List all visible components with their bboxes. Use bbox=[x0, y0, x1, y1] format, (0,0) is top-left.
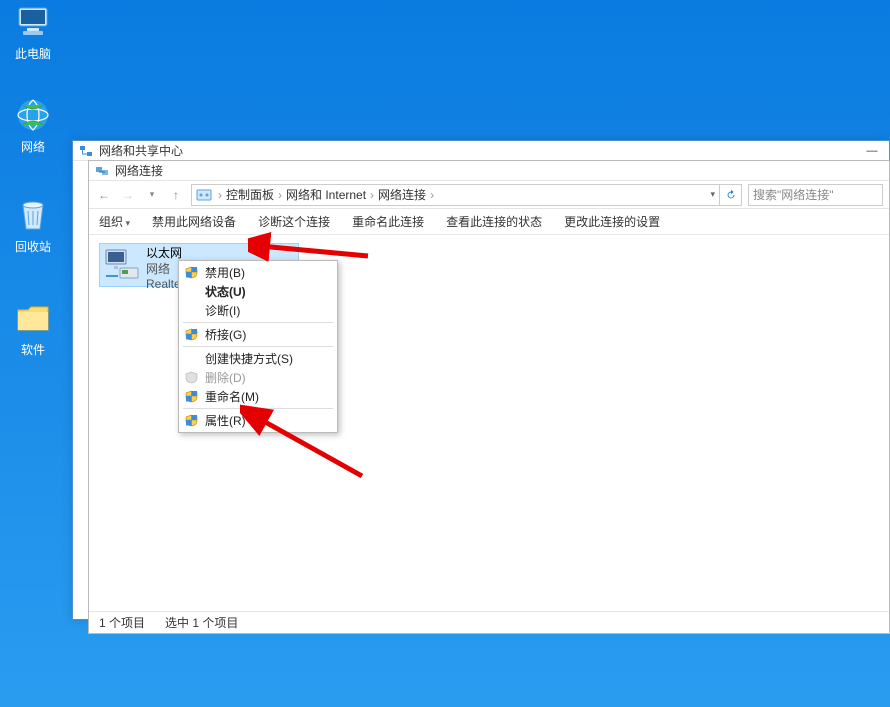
breadcrumb-item[interactable]: 网络和 Internet bbox=[284, 186, 368, 203]
up-button[interactable]: ↑ bbox=[167, 186, 185, 204]
window-title: 网络连接 bbox=[115, 162, 163, 179]
desktop-icon-label: 回收站 bbox=[15, 240, 51, 254]
titlebar[interactable]: 网络和共享中心 — bbox=[73, 141, 889, 161]
toolbar-organize[interactable]: 组织 bbox=[99, 213, 130, 230]
globe-icon bbox=[13, 95, 53, 135]
context-menu: 禁用(B) 状态(U) 诊断(I) 桥接(G) 创建快捷方式(S) 删除(D) … bbox=[178, 260, 338, 433]
network-center-icon bbox=[79, 144, 93, 158]
menu-properties[interactable]: 属性(R) bbox=[179, 411, 337, 430]
menu-diagnose[interactable]: 诊断(I) bbox=[179, 301, 337, 320]
menu-status[interactable]: 状态(U) bbox=[179, 282, 337, 301]
chevron-right-icon: › bbox=[218, 188, 222, 202]
desktop-icon-recyclebin[interactable]: 回收站 bbox=[0, 195, 68, 255]
toolbar-change-settings[interactable]: 更改此连接的设置 bbox=[564, 213, 660, 230]
menu-separator bbox=[183, 322, 333, 323]
menu-separator bbox=[183, 408, 333, 409]
address-bar: ← → ▾ ↑ › 控制面板 › 网络和 Internet › 网络连接 › ▾ bbox=[89, 181, 889, 209]
window-title: 网络和共享中心 bbox=[99, 142, 183, 159]
network-connections-icon bbox=[95, 164, 109, 178]
toolbar-disable-device[interactable]: 禁用此网络设备 bbox=[152, 213, 236, 230]
forward-button[interactable]: → bbox=[119, 186, 137, 204]
chevron-right-icon: › bbox=[430, 188, 434, 202]
toolbar-diagnose[interactable]: 诊断这个连接 bbox=[258, 213, 330, 230]
shield-icon bbox=[185, 414, 198, 427]
back-button[interactable]: ← bbox=[95, 186, 113, 204]
search-input[interactable]: 搜索"网络连接" bbox=[748, 184, 883, 206]
recent-button[interactable]: ▾ bbox=[143, 186, 161, 204]
desktop-icon-label: 软件 bbox=[21, 343, 45, 357]
search-placeholder: 搜索"网络连接" bbox=[753, 186, 834, 203]
shield-icon bbox=[185, 266, 198, 279]
chevron-right-icon: › bbox=[278, 188, 282, 202]
titlebar[interactable]: 网络连接 bbox=[89, 161, 889, 181]
desktop-icon-thispc[interactable]: 此电脑 bbox=[0, 2, 68, 62]
status-item-count: 1 个项目 bbox=[99, 614, 145, 631]
menu-disable[interactable]: 禁用(B) bbox=[179, 263, 337, 282]
menu-rename[interactable]: 重命名(M) bbox=[179, 387, 337, 406]
chevron-right-icon: › bbox=[370, 188, 374, 202]
minimize-button[interactable]: — bbox=[857, 141, 887, 161]
shield-icon bbox=[185, 371, 198, 384]
dropdown-icon[interactable]: ▾ bbox=[710, 189, 715, 200]
toolbar-view-status[interactable]: 查看此连接的状态 bbox=[446, 213, 542, 230]
menu-bridge[interactable]: 桥接(G) bbox=[179, 325, 337, 344]
recyclebin-icon bbox=[13, 195, 53, 235]
menu-create-shortcut[interactable]: 创建快捷方式(S) bbox=[179, 349, 337, 368]
control-panel-icon bbox=[196, 187, 212, 203]
shield-icon bbox=[185, 328, 198, 341]
folder-icon bbox=[13, 298, 53, 338]
breadcrumb[interactable]: › 控制面板 › 网络和 Internet › 网络连接 › ▾ bbox=[191, 184, 720, 206]
toolbar-rename[interactable]: 重命名此连接 bbox=[352, 213, 424, 230]
breadcrumb-item[interactable]: 网络连接 bbox=[376, 186, 428, 203]
desktop-icon-label: 此电脑 bbox=[15, 47, 51, 61]
desktop-icon-network[interactable]: 网络 bbox=[0, 95, 68, 155]
desktop-icon-label: 网络 bbox=[21, 140, 45, 154]
desktop-icon-software[interactable]: 软件 bbox=[0, 298, 68, 358]
status-bar: 1 个项目 选中 1 个项目 bbox=[89, 611, 889, 633]
shield-icon bbox=[185, 390, 198, 403]
menu-delete: 删除(D) bbox=[179, 368, 337, 387]
refresh-button[interactable] bbox=[720, 184, 742, 206]
toolbar: 组织 禁用此网络设备 诊断这个连接 重命名此连接 查看此连接的状态 更改此连接的… bbox=[89, 209, 889, 235]
breadcrumb-item[interactable]: 控制面板 bbox=[224, 186, 276, 203]
computer-icon bbox=[13, 2, 53, 42]
status-selected-count: 选中 1 个项目 bbox=[165, 614, 238, 631]
menu-separator bbox=[183, 346, 333, 347]
ethernet-adapter-icon bbox=[104, 246, 140, 282]
